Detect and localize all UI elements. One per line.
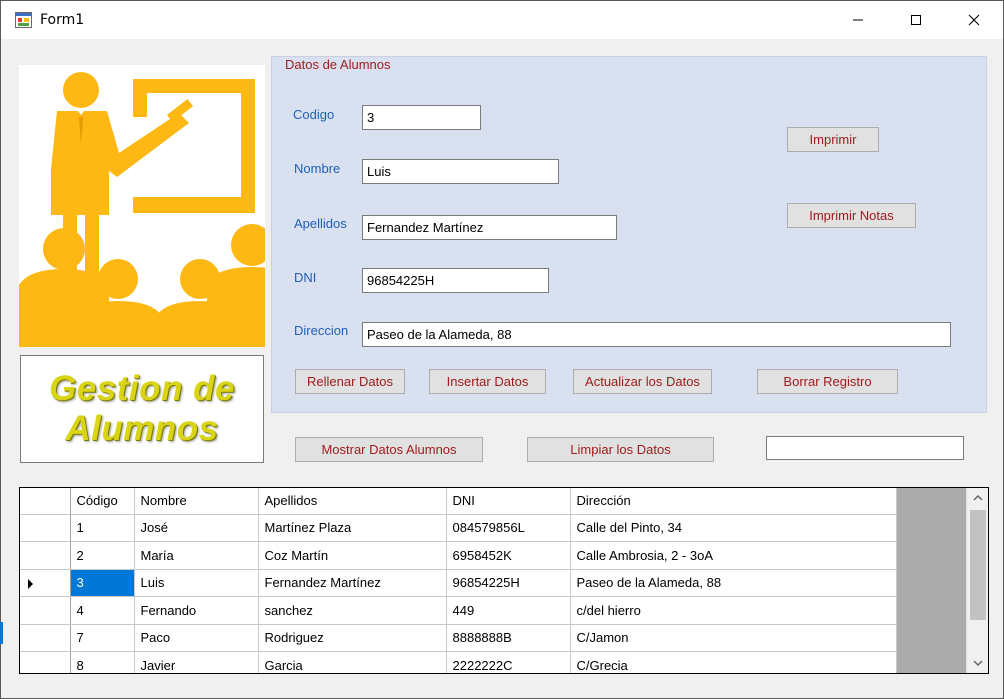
dni-input[interactable] — [362, 268, 549, 293]
app-window: Form1 Gestion de Alumnos Datos de Alumno… — [0, 0, 1004, 699]
cell-nombre[interactable]: Paco — [134, 624, 259, 652]
close-button[interactable] — [945, 1, 1003, 39]
table-row[interactable]: 2 María Coz Martín 6958452K Calle Ambrosia, … — [20, 541, 897, 570]
search-input[interactable] — [766, 436, 964, 460]
current-row-arrow-icon — [28, 578, 33, 589]
cell-codigo[interactable]: 7 — [70, 624, 135, 652]
scroll-down-button[interactable] — [967, 653, 988, 673]
column-header-nombre[interactable]: Nombre — [134, 488, 259, 515]
cell-nombre[interactable]: Fernando — [134, 596, 259, 625]
groupbox-title: Datos de Alumnos — [283, 57, 393, 72]
cell-direccion[interactable]: C/Grecia — [570, 651, 897, 673]
cell-direccion[interactable]: Calle Ambrosia, 2 - 3oA — [570, 541, 897, 570]
cell-codigo[interactable]: 2 — [70, 541, 135, 570]
row-header-cell[interactable] — [20, 651, 71, 673]
cell-nombre[interactable]: Luis — [134, 569, 259, 597]
grid-body: 1 José Martínez Plaza 084579856L Calle del P… — [20, 514, 897, 673]
column-header-apellidos[interactable]: Apellidos — [258, 488, 447, 515]
cell-codigo[interactable]: 4 — [70, 596, 135, 625]
cell-codigo[interactable]: 3 — [70, 569, 135, 597]
table-row[interactable]: 3 Luis Fernandez Martínez 96854225H Paseo de… — [20, 569, 897, 597]
cell-dni[interactable]: 084579856L — [446, 514, 571, 542]
grid-corner-cell[interactable] — [20, 488, 71, 515]
table-row[interactable]: 4 Fernando sanchez 449 c/del hierro — [20, 596, 897, 625]
row-header-cell[interactable] — [20, 541, 71, 570]
maximize-icon — [911, 15, 921, 25]
codigo-input[interactable] — [362, 105, 481, 130]
cell-codigo[interactable]: 8 — [70, 651, 135, 673]
banner-line-1: Gestion de — [49, 369, 235, 408]
cell-direccion[interactable]: C/Jamon — [570, 624, 897, 652]
chevron-up-icon — [973, 495, 983, 501]
scroll-up-button[interactable] — [967, 488, 988, 508]
rellenar-datos-button[interactable]: Rellenar Datos — [295, 369, 405, 394]
apellidos-label: Apellidos — [294, 216, 347, 231]
window-title: Form1 — [40, 12, 85, 28]
cell-dni[interactable]: 449 — [446, 596, 571, 625]
direccion-label: Direccion — [294, 323, 349, 338]
cell-direccion[interactable]: c/del hierro — [570, 596, 897, 625]
insertar-datos-button[interactable]: Insertar Datos — [429, 369, 546, 394]
cell-nombre[interactable]: José — [134, 514, 259, 542]
column-header-direccion[interactable]: Dirección — [570, 488, 897, 515]
grid-vertical-scrollbar[interactable] — [966, 488, 988, 673]
row-header-cell[interactable] — [20, 514, 71, 542]
cell-nombre[interactable]: María — [134, 541, 259, 570]
table-row[interactable]: 7 Paco Rodriguez 8888888B C/Jamon — [20, 624, 897, 652]
imprimir-notas-button[interactable]: Imprimir Notas — [787, 203, 916, 228]
desktop-edge — [0, 622, 3, 644]
cell-apellidos[interactable]: Fernandez Martínez — [258, 569, 447, 597]
mostrar-datos-button[interactable]: Mostrar Datos Alumnos — [295, 437, 483, 462]
cell-direccion[interactable]: Paseo de la Alameda, 88 — [570, 569, 897, 597]
cell-dni[interactable]: 6958452K — [446, 541, 571, 570]
imprimir-button[interactable]: Imprimir — [787, 127, 879, 152]
teacher-students-icon — [19, 72, 297, 347]
app-form-icon — [15, 12, 32, 28]
alumnos-data-grid[interactable]: Código Nombre Apellidos DNI Dirección 1J… — [19, 487, 989, 674]
close-icon — [968, 14, 980, 26]
borrar-registro-button[interactable]: Borrar Registro — [757, 369, 898, 394]
limpiar-datos-button[interactable]: Limpiar los Datos — [527, 437, 714, 462]
apellidos-input[interactable] — [362, 215, 617, 240]
cell-codigo[interactable]: 1 — [70, 514, 135, 542]
direccion-input[interactable] — [362, 322, 951, 347]
codigo-label: Codigo — [293, 107, 335, 122]
row-header-cell[interactable] — [20, 596, 71, 625]
cell-apellidos[interactable]: Rodriguez — [258, 624, 447, 652]
minimize-icon — [853, 19, 863, 21]
cell-dni[interactable]: 96854225H — [446, 569, 571, 597]
cell-dni[interactable]: 2222222C — [446, 651, 571, 673]
nombre-label: Nombre — [294, 161, 341, 176]
title-bar[interactable]: Form1 — [1, 1, 1003, 39]
maximize-button[interactable] — [887, 1, 945, 39]
cell-apellidos[interactable]: sanchez — [258, 596, 447, 625]
cell-apellidos[interactable]: Coz Martín — [258, 541, 447, 570]
column-header-codigo[interactable]: Código — [70, 488, 135, 515]
cell-apellidos[interactable]: Martínez Plaza — [258, 514, 447, 542]
row-header-cell[interactable] — [20, 569, 71, 597]
chevron-down-icon — [973, 660, 983, 666]
row-header-cell[interactable] — [20, 624, 71, 652]
teacher-students-picture — [19, 65, 297, 347]
app-banner: Gestion de Alumnos — [20, 355, 264, 463]
cell-direccion[interactable]: Calle del Pinto, 34 — [570, 514, 897, 542]
dni-label: DNI — [294, 270, 317, 285]
table-row[interactable]: 1 José Martínez Plaza 084579856L Calle del P… — [20, 514, 897, 542]
actualizar-datos-button[interactable]: Actualizar los Datos — [573, 369, 712, 394]
banner-line-2: Alumnos — [65, 409, 219, 448]
nombre-input[interactable] — [362, 159, 559, 184]
minimize-button[interactable] — [829, 1, 887, 39]
scroll-thumb[interactable] — [970, 510, 986, 620]
grid-table: Código Nombre Apellidos DNI Dirección 1J… — [20, 488, 897, 673]
cell-dni[interactable]: 8888888B — [446, 624, 571, 652]
cell-nombre[interactable]: Javier — [134, 651, 259, 673]
column-header-dni[interactable]: DNI — [446, 488, 571, 515]
datos-alumnos-groupbox: Datos de Alumnos Codigo Nombre Apellidos… — [271, 56, 987, 413]
grid-header-row: Código Nombre Apellidos DNI Dirección — [20, 488, 897, 515]
cell-apellidos[interactable]: Garcia — [258, 651, 447, 673]
table-row[interactable]: 8 Javier Garcia 2222222C C/Grecia — [20, 651, 897, 673]
